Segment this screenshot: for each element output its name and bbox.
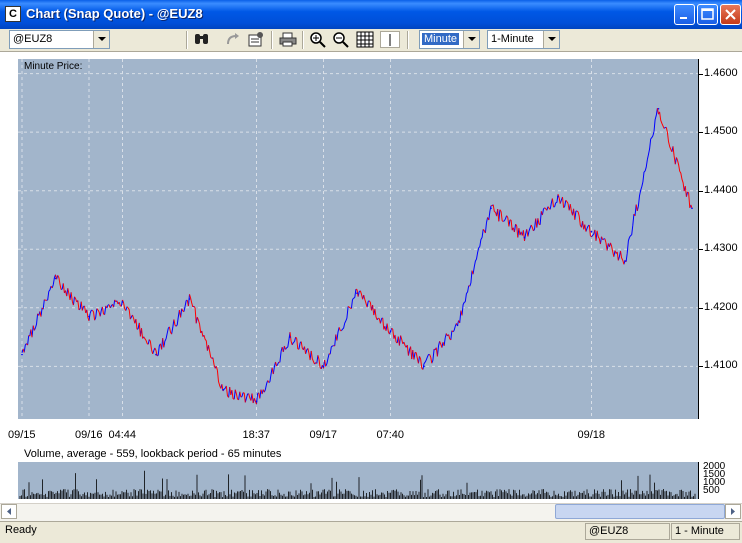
time-tick-label: 09/17 [309, 429, 338, 441]
chevron-down-icon[interactable] [463, 31, 479, 48]
interval-type-combo[interactable]: Minute [419, 30, 480, 49]
window-title: Chart (Snap Quote) - @EUZ8 [26, 6, 203, 21]
price-data-point [691, 207, 693, 210]
price-data-point [121, 301, 124, 303]
price-data-point [322, 365, 325, 368]
price-data-point [523, 236, 526, 239]
price-tick-mark [699, 366, 703, 368]
scroll-right-button[interactable] [725, 504, 741, 519]
price-data-point [490, 207, 492, 210]
price-data-point [21, 353, 23, 356]
toolbar-separator [186, 31, 188, 49]
price-data-point [456, 324, 459, 327]
print-icon[interactable] [279, 31, 297, 48]
symbol-value: @EUZ8 [13, 33, 53, 45]
chart-app-icon[interactable]: C [5, 6, 21, 22]
toolbar-separator [302, 31, 304, 49]
symbol-combo[interactable]: @EUZ8 [9, 30, 110, 49]
volume-tick-label: 500 [703, 484, 720, 496]
interval-type-value: Minute [422, 33, 460, 45]
status-text: Ready [5, 524, 37, 536]
price-axis-line [698, 59, 699, 419]
price-data-point [222, 388, 224, 391]
status-symbol: @EUZ8 [585, 523, 670, 540]
price-data-point [590, 230, 593, 233]
time-tick-label: 09/15 [8, 429, 36, 441]
price-data-point [155, 353, 157, 356]
price-data-point [557, 195, 559, 198]
time-tick-label: 07:40 [376, 429, 405, 441]
price-data-point [188, 298, 191, 300]
price-data-point [255, 400, 258, 403]
time-tick-label: 04:44 [108, 429, 137, 441]
volume-panel-label: Volume, average - 559, lookback period -… [24, 448, 282, 460]
price-tick-label: 1.4600 [704, 66, 738, 79]
scrollbar-thumb[interactable] [555, 504, 725, 519]
price-data-point [54, 277, 57, 280]
price-tick-label: 1.4400 [704, 183, 738, 196]
price-tick-mark [699, 307, 703, 309]
price-data-point [624, 260, 626, 262]
toolbar-separator [407, 31, 409, 49]
price-tick-mark [699, 132, 703, 134]
grid-icon[interactable] [356, 31, 374, 48]
price-tick-label: 1.4500 [704, 125, 738, 138]
time-tick-label: 18:37 [242, 429, 271, 441]
price-data-point [88, 315, 90, 318]
interval-value: 1-Minute [491, 33, 534, 45]
maximize-button[interactable] [697, 4, 718, 25]
volume-chart [19, 470, 696, 499]
binoculars-icon[interactable] [193, 31, 211, 48]
price-tick-label: 1.4100 [704, 359, 738, 372]
price-data-point [389, 330, 392, 332]
price-panel-label: Minute Price: [24, 61, 83, 72]
volume-panel[interactable] [18, 462, 698, 499]
volume-bars [19, 470, 696, 499]
scroll-left-button[interactable] [1, 504, 17, 519]
time-tick-label: 09/16 [75, 429, 103, 441]
price-data-point [423, 365, 425, 368]
chevron-down-icon[interactable] [543, 31, 559, 48]
price-chart [18, 59, 698, 419]
price-tick-label: 1.4200 [704, 300, 738, 313]
price-tick-mark [699, 249, 703, 251]
time-tick-label: 09/18 [577, 429, 606, 441]
price-data-point [356, 292, 358, 294]
properties-icon[interactable] [247, 31, 265, 48]
redo-icon[interactable] [224, 31, 242, 48]
cursor-icon[interactable] [380, 31, 400, 48]
toolbar-separator [271, 31, 273, 49]
price-data-point [289, 336, 291, 338]
chevron-down-icon[interactable] [93, 31, 109, 48]
price-tick-mark [699, 73, 703, 75]
minimize-button[interactable] [674, 4, 695, 25]
zoom-out-icon[interactable] [332, 31, 350, 48]
zoom-in-icon[interactable] [309, 31, 327, 48]
price-tick-label: 1.4300 [704, 242, 738, 255]
price-data-point [657, 107, 660, 110]
close-button[interactable] [720, 4, 741, 25]
interval-combo[interactable]: 1-Minute [487, 30, 560, 49]
status-interval: 1 - Minute [671, 523, 740, 540]
price-tick-mark [699, 190, 703, 192]
price-panel[interactable] [18, 59, 698, 419]
volume-axis-line [698, 462, 699, 499]
